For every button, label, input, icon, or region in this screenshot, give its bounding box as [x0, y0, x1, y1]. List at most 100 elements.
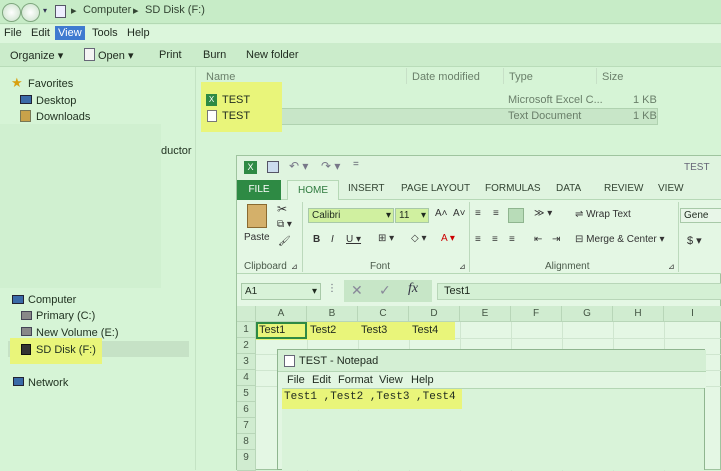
increase-indent-icon[interactable]: ⇥	[552, 234, 560, 245]
row-header[interactable]: 2	[237, 338, 256, 354]
format-painter-icon[interactable]: 🖌	[278, 236, 291, 247]
undo-icon[interactable]: ↶ ▾	[289, 159, 308, 173]
tab-file[interactable]: FILE	[237, 180, 281, 200]
align-top-icon[interactable]: ≡	[475, 208, 481, 219]
nav-desktop[interactable]: Desktop	[36, 95, 76, 107]
paste-button[interactable]: Paste	[244, 232, 270, 243]
notepad-menu-format[interactable]: Format	[338, 374, 373, 386]
nav-sd-disk[interactable]: SD Disk (F:)	[36, 344, 96, 356]
new-folder-button[interactable]: New folder	[246, 49, 299, 61]
tab-home[interactable]: HOME	[287, 180, 339, 201]
borders-icon[interactable]: ⊞ ▾	[378, 233, 394, 244]
bold-button[interactable]: B	[313, 234, 320, 245]
grow-font-icon[interactable]: A˄	[435, 208, 448, 219]
row-header[interactable]: 8	[237, 434, 256, 450]
name-box[interactable]: A1 ▾	[241, 283, 321, 300]
menu-edit[interactable]: Edit	[31, 27, 50, 39]
column-header[interactable]: E	[460, 306, 511, 322]
italic-button[interactable]: I	[331, 234, 334, 245]
organize-button[interactable]: Organize ▾	[10, 49, 63, 62]
row-header[interactable]: 4	[237, 370, 256, 386]
recent-pages-icon[interactable]: ▾	[43, 6, 47, 15]
column-header[interactable]: H	[613, 306, 664, 322]
align-center-icon[interactable]: ≡	[492, 234, 498, 245]
column-header[interactable]: B	[307, 306, 358, 322]
merge-center-button[interactable]: ⊟ Merge & Center ▾	[575, 234, 665, 245]
notepad-menu-help[interactable]: Help	[411, 374, 434, 386]
shrink-font-icon[interactable]: A˅	[453, 208, 466, 219]
notepad-menu-edit[interactable]: Edit	[312, 374, 331, 386]
column-header[interactable]: A	[256, 306, 307, 322]
wrap-text-button[interactable]: ⇌ Wrap Text	[575, 209, 631, 220]
column-size[interactable]: Size	[602, 71, 623, 83]
cell-b1[interactable]: Test2	[310, 324, 336, 336]
dialog-launcher-icon[interactable]: ⊿	[459, 262, 466, 271]
dialog-launcher-icon[interactable]: ⊿	[668, 262, 675, 271]
select-all-corner[interactable]	[237, 306, 256, 322]
cut-icon[interactable]: ✂	[277, 202, 287, 216]
row-header[interactable]: 1	[237, 322, 256, 338]
font-color-icon[interactable]: A ▾	[441, 233, 455, 244]
align-right-icon[interactable]: ≡	[509, 234, 515, 245]
open-button[interactable]: Open ▾	[98, 49, 134, 62]
menu-help[interactable]: Help	[127, 27, 150, 39]
nav-downloads[interactable]: Downloads	[36, 111, 90, 123]
cell-c1[interactable]: Test3	[361, 324, 387, 336]
nav-computer[interactable]: Computer	[28, 294, 76, 306]
cell-a1[interactable]: Test1	[259, 324, 285, 336]
column-type[interactable]: Type	[509, 71, 533, 83]
tab-insert[interactable]: INSERT	[348, 183, 385, 194]
number-format-select[interactable]: Gene	[680, 208, 721, 223]
breadcrumb-computer[interactable]: Computer	[83, 4, 131, 16]
column-header[interactable]: F	[511, 306, 562, 322]
dialog-launcher-icon[interactable]: ⊿	[291, 262, 298, 271]
tab-data[interactable]: DATA	[556, 183, 581, 194]
forward-button[interactable]	[21, 3, 40, 22]
nav-favorites[interactable]: Favorites	[28, 78, 73, 90]
row-header[interactable]: 6	[237, 402, 256, 418]
tab-formulas[interactable]: FORMULAS	[485, 183, 541, 194]
underline-button[interactable]: U ▾	[346, 234, 361, 245]
align-middle-icon[interactable]: ≡	[493, 208, 499, 219]
notepad-text-area[interactable]: Test1 ,Test2 ,Test3 ,Test4	[282, 388, 704, 470]
tab-page-layout[interactable]: PAGE LAYOUT	[401, 183, 470, 194]
decrease-indent-icon[interactable]: ⇤	[534, 234, 542, 245]
copy-icon[interactable]: ⧉ ▾	[277, 219, 292, 230]
nav-partial-item[interactable]: ductor	[161, 145, 192, 157]
column-header[interactable]: C	[358, 306, 409, 322]
paste-icon[interactable]	[247, 204, 267, 228]
back-button[interactable]	[2, 3, 21, 22]
burn-button[interactable]: Burn	[203, 49, 226, 61]
fill-color-icon[interactable]: ◇ ▾	[411, 233, 427, 244]
tab-review[interactable]: REVIEW	[604, 183, 643, 194]
font-name-select[interactable]: Calibri ▾	[308, 208, 394, 223]
save-icon[interactable]	[267, 161, 279, 173]
notepad-menu-file[interactable]: File	[287, 374, 305, 386]
file-row[interactable]: X TEST Microsoft Excel C... 1 KB	[203, 92, 658, 108]
tab-view[interactable]: VIEW	[658, 183, 684, 194]
font-size-select[interactable]: 11 ▾	[395, 208, 429, 223]
orientation-icon[interactable]: ≫ ▾	[534, 208, 552, 219]
align-bottom-icon[interactable]	[508, 208, 524, 223]
column-header[interactable]: I	[664, 306, 721, 322]
cancel-icon[interactable]: ✕	[351, 282, 363, 299]
menu-view[interactable]: View	[55, 26, 85, 40]
notepad-menu-view[interactable]: View	[379, 374, 403, 386]
menu-tools[interactable]: Tools	[92, 27, 118, 39]
breadcrumb-sd-disk[interactable]: SD Disk (F:)	[145, 4, 205, 16]
row-header[interactable]: 3	[237, 354, 256, 370]
file-row[interactable]: TEST Text Document 1 KB	[203, 108, 658, 124]
row-header[interactable]: 5	[237, 386, 256, 402]
cell-d1[interactable]: Test4	[412, 324, 438, 336]
formula-input[interactable]: Test1	[437, 283, 721, 300]
column-header[interactable]: G	[562, 306, 613, 322]
quick-access-customize-icon[interactable]: =	[353, 159, 359, 170]
row-header[interactable]: 7	[237, 418, 256, 434]
row-header[interactable]: 9	[237, 450, 256, 471]
column-date-modified[interactable]: Date modified	[412, 71, 480, 83]
enter-icon[interactable]: ✓	[379, 282, 391, 299]
nav-network[interactable]: Network	[28, 377, 68, 389]
nav-primary-drive[interactable]: Primary (C:)	[36, 310, 95, 322]
insert-function-icon[interactable]: fx	[408, 281, 418, 297]
menu-file[interactable]: File	[4, 27, 22, 39]
